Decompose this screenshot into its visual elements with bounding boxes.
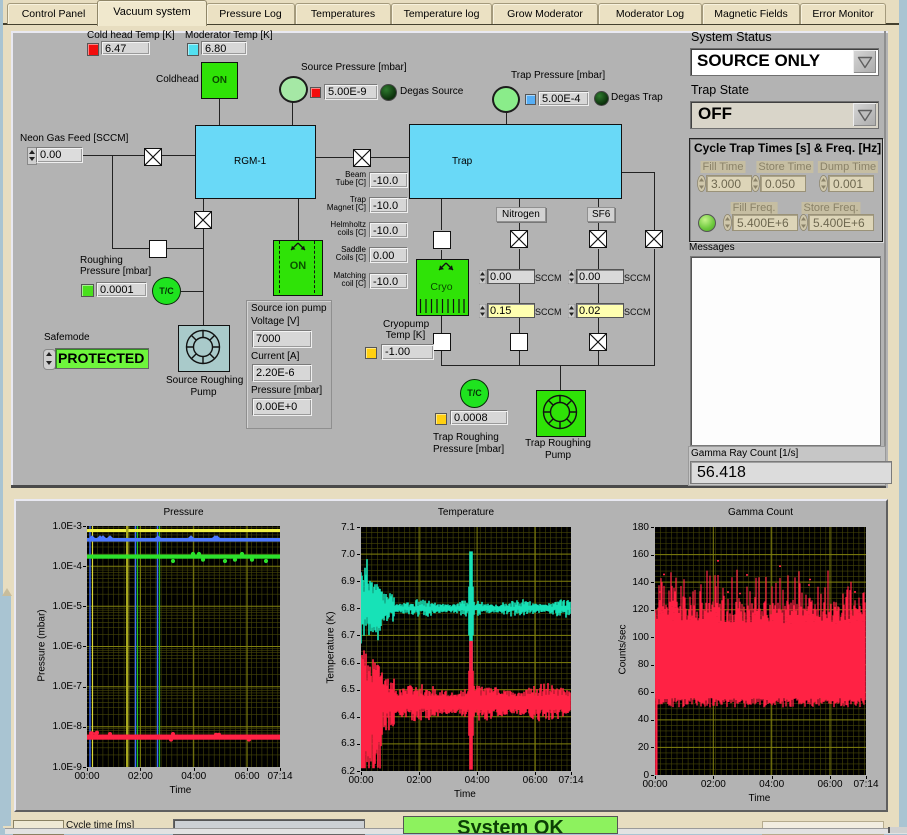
svg-text:ON: ON (290, 260, 307, 272)
svg-text:Cryo: Cryo (430, 281, 452, 293)
